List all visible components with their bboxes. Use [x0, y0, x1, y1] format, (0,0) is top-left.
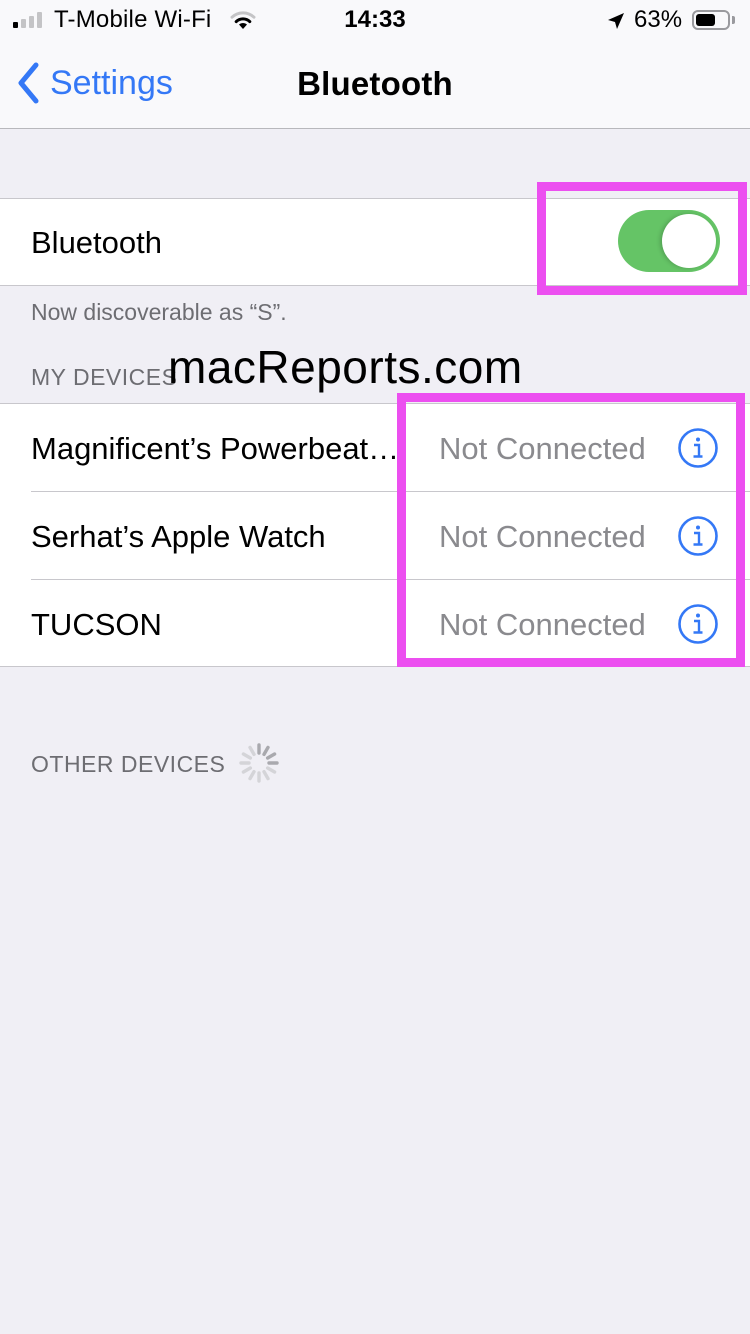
device-status: Not Connected	[439, 519, 646, 554]
location-arrow-icon	[608, 13, 624, 29]
battery-percentage: 63%	[634, 6, 683, 33]
spinner-spoke	[265, 752, 277, 760]
bluetooth-label: Bluetooth	[31, 225, 162, 260]
device-name: Magnificent’s Powerbeat…	[31, 431, 400, 466]
device-status: Not Connected	[439, 607, 646, 642]
bluetooth-toggle[interactable]	[618, 210, 720, 272]
spinner-icon	[239, 743, 279, 783]
toggle-knob	[662, 214, 716, 268]
device-name: Serhat’s Apple Watch	[31, 519, 326, 554]
watermark: macReports.com	[168, 341, 523, 393]
other-devices-header: OTHER DEVICES	[31, 751, 226, 777]
device-row[interactable]: TUCSON Not Connected	[0, 580, 750, 668]
info-icon[interactable]	[677, 603, 719, 645]
spinner-spoke	[262, 745, 270, 757]
battery-tip	[732, 16, 735, 24]
spinner-spoke	[241, 752, 253, 760]
battery-icon	[692, 10, 730, 30]
device-name: TUCSON	[31, 607, 162, 642]
device-status: Not Connected	[439, 431, 646, 466]
spinner-spoke	[248, 769, 256, 781]
discoverable-note: Now discoverable as “S”.	[31, 299, 287, 325]
my-devices-list: Magnificent’s Powerbeat… Not Connected S…	[0, 403, 750, 667]
status-bar: T-Mobile Wi-Fi 14:33 63%	[0, 0, 750, 40]
spinner-spoke	[265, 766, 277, 774]
page-title: Bluetooth	[297, 65, 453, 102]
info-icon[interactable]	[677, 515, 719, 557]
my-devices-header: MY DEVICES	[31, 364, 178, 390]
spinner-spoke	[248, 745, 256, 757]
battery-level-fill	[696, 14, 715, 26]
device-row[interactable]: Serhat’s Apple Watch Not Connected	[0, 492, 750, 580]
navigation-bar: Settings Bluetooth	[0, 40, 750, 129]
device-row[interactable]: Magnificent’s Powerbeat… Not Connected	[0, 404, 750, 492]
info-icon[interactable]	[677, 427, 719, 469]
spinner-spoke	[241, 766, 253, 774]
spinner-spoke	[262, 769, 270, 781]
